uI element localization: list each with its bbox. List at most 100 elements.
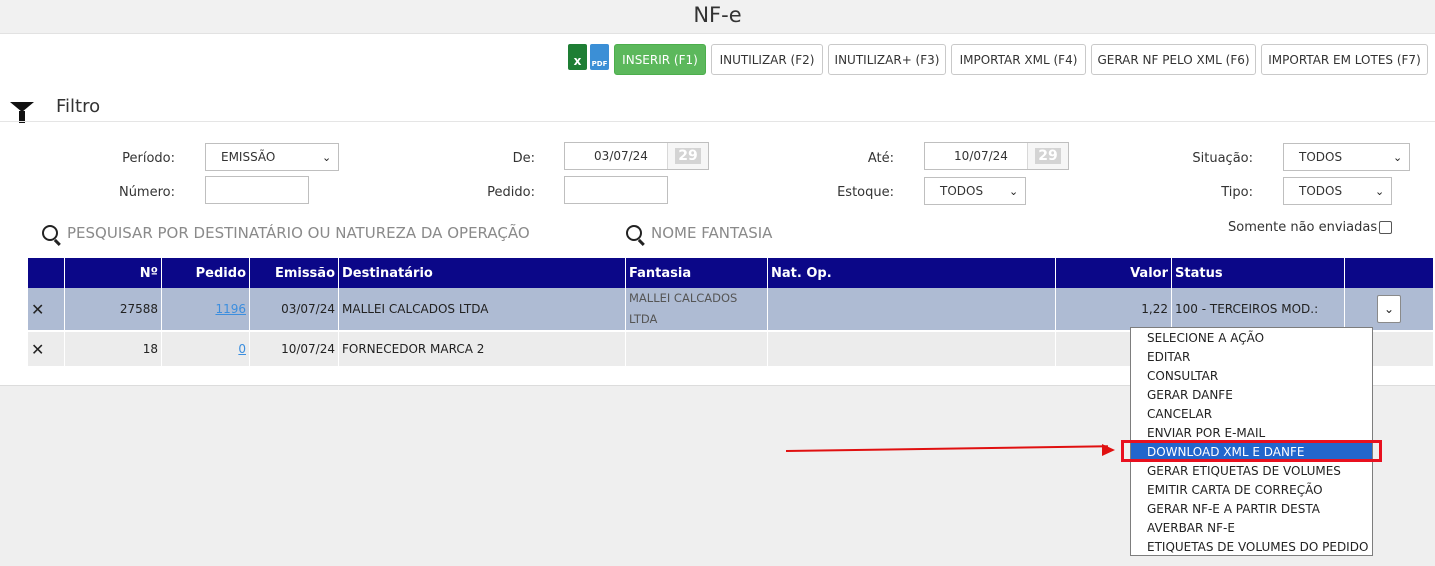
fantasia-search[interactable]: NOME FANTASIA (626, 224, 772, 242)
delete-icon[interactable]: ✕ (28, 288, 64, 332)
page-title: NF-e (693, 3, 742, 27)
action-option[interactable]: GERAR NF-E A PARTIR DESTA (1131, 500, 1372, 519)
chevron-down-icon: ⌄ (1383, 302, 1395, 316)
ate-date-value: 10/07/24 (954, 149, 1008, 163)
table-row[interactable]: ✕ 27588 1196 03/07/24 MALLEI CALCADOS LT… (28, 288, 1433, 332)
ate-label: Até: (867, 151, 894, 166)
action-select[interactable]: ⌄ (1377, 295, 1401, 323)
filter-icon (10, 101, 34, 123)
periodo-select[interactable]: EMISSÃO ⌄ (205, 143, 339, 171)
pdf-icon[interactable]: PDF (590, 44, 609, 70)
cell-fantasia: MALLEI CALCADOS LTDA (626, 288, 767, 332)
calendar-day: 29 (675, 148, 701, 164)
cell-valor: 1,22 (1056, 288, 1171, 332)
col-acoes (1345, 258, 1433, 288)
cell-emissao: 03/07/24 (250, 288, 338, 332)
cell-pedido: 0 (162, 332, 249, 366)
chevron-down-icon: ⌄ (1393, 150, 1403, 164)
periodo-value: EMISSÃO (221, 150, 276, 164)
col-action (28, 258, 64, 288)
estoque-select[interactable]: TODOS ⌄ (924, 177, 1026, 205)
importar-lotes-button[interactable]: IMPORTAR EM LOTES (F7) (1261, 44, 1428, 75)
filter-header[interactable]: Filtro (10, 96, 101, 123)
col-fantasia[interactable]: Fantasia (626, 258, 767, 288)
situacao-value: TODOS (1299, 150, 1343, 164)
importar-xml-button[interactable]: IMPORTAR XML (F4) (951, 44, 1086, 75)
inutilizar-plus-button[interactable]: INUTILIZAR+ (F3) (828, 44, 946, 75)
highlight-box (1121, 440, 1382, 462)
action-option[interactable]: ETIQUETAS DE VOLUMES DO PEDIDO (1131, 538, 1372, 557)
somente-nao-enviadas-checkbox[interactable] (1379, 221, 1393, 234)
tipo-select[interactable]: TODOS ⌄ (1283, 177, 1392, 205)
export-icons: x PDF (568, 44, 609, 70)
gerar-nf-xml-button[interactable]: GERAR NF PELO XML (F6) (1091, 44, 1256, 75)
annotation-arrow-head (1102, 444, 1115, 456)
col-num[interactable]: Nº (65, 258, 161, 288)
action-option[interactable]: AVERBAR NF-E (1131, 519, 1372, 538)
filter-title: Filtro (56, 96, 101, 117)
de-label: De: (512, 151, 535, 166)
table-header: Nº Pedido Emissão Destinatário Fantasia … (28, 258, 1433, 288)
situacao-select[interactable]: TODOS ⌄ (1283, 143, 1410, 171)
action-option[interactable]: CANCELAR (1131, 405, 1372, 424)
somente-nao-enviadas-label: Somente não enviadas (1228, 220, 1378, 235)
pedido-label: Pedido: (487, 185, 535, 200)
delete-icon[interactable]: ✕ (28, 332, 64, 366)
cell-status: 100 - TERCEIROS MOD.: (1172, 288, 1344, 332)
col-destinatario[interactable]: Destinatário (339, 258, 625, 288)
estoque-value: TODOS (940, 184, 984, 198)
title-bar: NF-e (0, 0, 1435, 34)
action-option[interactable]: GERAR DANFE (1131, 386, 1372, 405)
pedido-input[interactable] (564, 176, 668, 204)
numero-label: Número: (118, 185, 175, 200)
chevron-down-icon: ⌄ (1375, 184, 1385, 198)
ate-date-field[interactable]: 10/07/24 29 (924, 142, 1069, 170)
pedido-link[interactable]: 1196 (215, 302, 246, 316)
col-emissao[interactable]: Emissão (250, 258, 338, 288)
inutilizar-button[interactable]: INUTILIZAR (F2) (711, 44, 823, 75)
inserir-button[interactable]: INSERIR (F1) (614, 44, 706, 75)
action-option[interactable]: CONSULTAR (1131, 367, 1372, 386)
action-option[interactable]: SELECIONE A AÇÃO (1131, 329, 1372, 348)
action-option[interactable]: EMITIR CARTA DE CORREÇÃO (1131, 481, 1372, 500)
cell-natop (768, 288, 1055, 332)
search-icon (42, 225, 58, 241)
cell-fantasia (626, 332, 767, 366)
calendar-icon[interactable]: 29 (1027, 143, 1068, 169)
cell-num: 18 (65, 332, 161, 366)
situacao-label: Situação: (1192, 151, 1253, 166)
periodo-label: Período: (122, 151, 175, 166)
numero-input[interactable] (205, 176, 309, 204)
cell-pedido: 1196 (162, 288, 249, 332)
cell-num: 27588 (65, 288, 161, 332)
cell-natop (768, 332, 1055, 366)
de-date-field[interactable]: 03/07/24 29 (564, 142, 709, 170)
calendar-icon[interactable]: 29 (667, 143, 708, 169)
estoque-label: Estoque: (837, 185, 894, 200)
cell-destinatario: MALLEI CALCADOS LTDA (339, 288, 625, 332)
cell-emissao: 10/07/24 (250, 332, 338, 366)
cell-destinatario: FORNECEDOR MARCA 2 (339, 332, 625, 366)
destinatario-search[interactable]: PESQUISAR POR DESTINATÁRIO OU NATUREZA D… (42, 224, 530, 242)
excel-icon[interactable]: x (568, 44, 587, 70)
somente-nao-enviadas[interactable]: Somente não enviadas (1228, 220, 1393, 235)
pedido-link[interactable]: 0 (238, 342, 246, 356)
tipo-label: Tipo: (1221, 185, 1253, 200)
col-valor[interactable]: Valor (1056, 258, 1171, 288)
annotation-arrow-line (785, 445, 1108, 452)
col-pedido[interactable]: Pedido (162, 258, 249, 288)
destinatario-search-input[interactable]: PESQUISAR POR DESTINATÁRIO OU NATUREZA D… (67, 224, 530, 242)
action-option[interactable]: EDITAR (1131, 348, 1372, 367)
search-icon (626, 225, 642, 241)
chevron-down-icon: ⌄ (1009, 184, 1019, 198)
divider (0, 121, 1435, 122)
fantasia-search-input[interactable]: NOME FANTASIA (651, 224, 772, 242)
col-natop[interactable]: Nat. Op. (768, 258, 1055, 288)
chevron-down-icon: ⌄ (322, 150, 332, 164)
calendar-day: 29 (1035, 148, 1061, 164)
col-status[interactable]: Status (1172, 258, 1344, 288)
toolbar: INSERIR (F1) INUTILIZAR (F2) INUTILIZAR+… (614, 44, 1428, 75)
cell-acoes: ⌄ (1345, 288, 1433, 332)
tipo-value: TODOS (1299, 184, 1343, 198)
action-option[interactable]: GERAR ETIQUETAS DE VOLUMES (1131, 462, 1372, 481)
